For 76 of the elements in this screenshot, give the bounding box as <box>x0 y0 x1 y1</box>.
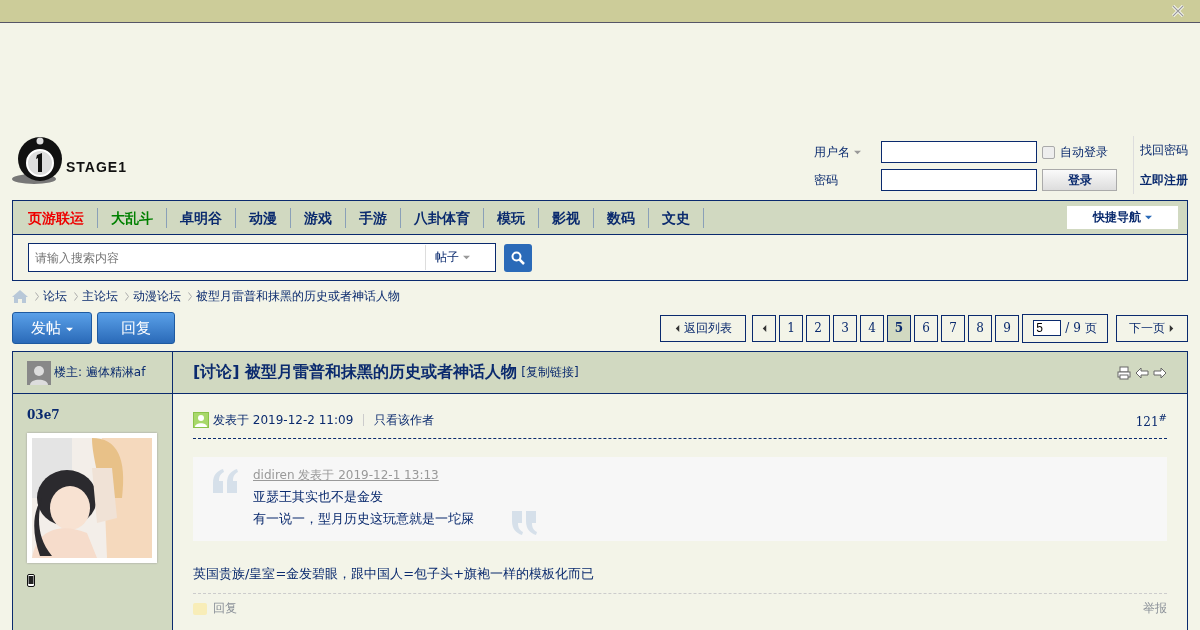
previous-page-button[interactable] <box>752 314 776 342</box>
new-post-button[interactable]: 发帖 <box>12 312 92 344</box>
nav-item[interactable]: 模玩 <box>484 207 539 228</box>
search-scope-dropdown[interactable]: 帖子 <box>425 245 495 270</box>
right-arrow-icon <box>1168 324 1175 332</box>
logo-text[interactable]: STAGE1 <box>66 159 127 175</box>
nav-item[interactable]: 影视 <box>539 207 594 228</box>
quote-line: 亚瑟王其实也不是金发 <box>253 488 384 506</box>
open-quote-icon <box>211 469 239 493</box>
page-input[interactable]: 5 <box>1033 320 1062 336</box>
thread-title: [讨论] 被型月雷普和抹黑的历史或者神话人物 <box>193 362 518 383</box>
search-button[interactable] <box>504 243 532 272</box>
password-field[interactable] <box>881 169 1037 191</box>
nav-item[interactable]: 文史 <box>649 207 704 228</box>
next-page-button[interactable]: 下一页 <box>1116 314 1188 342</box>
search-field[interactable]: 请输入搜索内容 帖子 <box>28 243 496 272</box>
reply-button[interactable]: 回复 <box>97 312 175 344</box>
previous-thread-icon[interactable] <box>1135 366 1149 379</box>
logo-icon[interactable] <box>12 135 64 185</box>
copy-link[interactable]: [复制链接] <box>521 364 579 381</box>
search-icon <box>511 250 525 265</box>
nav-item[interactable]: 大乱斗 <box>98 207 167 228</box>
page-button[interactable]: 2 <box>806 314 830 342</box>
close-quote-icon <box>510 511 538 535</box>
chevron-icon <box>125 291 129 301</box>
forgot-password-link[interactable]: 找回密码 <box>1140 142 1188 159</box>
nav-item[interactable]: 手游 <box>346 207 401 228</box>
page-button[interactable]: 7 <box>941 314 965 342</box>
breadcrumb-link[interactable]: 被型月雷普和抹黑的历史或者神话人物 <box>196 287 400 305</box>
floor-number[interactable]: 121$^{#}$ <box>1135 411 1167 429</box>
breadcrumb-link[interactable]: 论坛 <box>43 287 67 305</box>
chevron-icon <box>74 291 78 301</box>
auto-login-checkbox[interactable] <box>1042 145 1055 159</box>
page-button[interactable]: 9 <box>995 314 1019 342</box>
nav-item[interactable]: 八卦体育 <box>401 207 484 228</box>
chevron-icon <box>35 291 39 301</box>
page-button[interactable]: 6 <box>914 314 938 342</box>
caret-icon <box>853 148 861 156</box>
caret-icon <box>1145 214 1153 221</box>
mobile-icon <box>27 574 35 587</box>
user-icon <box>193 412 209 428</box>
left-arrow-icon <box>760 324 768 332</box>
username-label[interactable]: 用户名 <box>814 143 881 161</box>
nav-item[interactable]: 卓明谷 <box>167 207 236 228</box>
quick-nav-button[interactable]: 快捷导航 <box>1067 206 1178 229</box>
post-time: 发表于 2019-12-2 11:09 <box>213 411 354 429</box>
back-to-list-button[interactable]: 返回列表 <box>660 314 746 342</box>
nav-item[interactable]: 动漫 <box>236 207 291 228</box>
page-button[interactable]: 5 <box>887 314 911 342</box>
page-button[interactable]: 3 <box>833 314 857 342</box>
username-field[interactable] <box>881 141 1037 163</box>
login-button[interactable]: 登录 <box>1042 169 1117 191</box>
post-text: 英国贵族/皇室=金发碧眼，跟中国人=包子头+旗袍一样的模板化而已 <box>193 565 596 583</box>
auto-login-label[interactable]: 自动登录 <box>1060 143 1108 161</box>
password-label: 密码 <box>814 171 839 189</box>
nav-item[interactable]: 游戏 <box>291 207 346 228</box>
breadcrumb-link[interactable]: 主论坛 <box>82 287 118 305</box>
only-author-link[interactable]: 只看该作者 <box>374 411 435 429</box>
print-icon[interactable] <box>1117 365 1131 380</box>
nav-item[interactable]: 数码 <box>594 207 649 228</box>
total-pages: / 9 页 <box>1065 319 1097 337</box>
breadcrumb-link[interactable]: 动漫论坛 <box>133 287 181 305</box>
next-thread-icon[interactable] <box>1153 366 1167 379</box>
page-button[interactable]: 1 <box>779 314 803 342</box>
left-arrow-icon <box>674 324 681 332</box>
author-name[interactable]: 03e7 <box>27 408 60 422</box>
caret-icon <box>462 254 470 261</box>
page-button[interactable]: 8 <box>968 314 992 342</box>
register-link[interactable]: 立即注册 <box>1140 172 1188 189</box>
page-button[interactable]: 4 <box>860 314 884 342</box>
avatar-icon <box>27 360 51 385</box>
reply-icon <box>193 602 207 615</box>
quote-line: 有一说一，型月历史这玩意就是一坨屎 <box>253 510 474 528</box>
op-label[interactable]: 楼主: 遍体精淋af <box>54 364 146 381</box>
chevron-icon <box>188 291 192 301</box>
caret-icon <box>65 325 73 333</box>
